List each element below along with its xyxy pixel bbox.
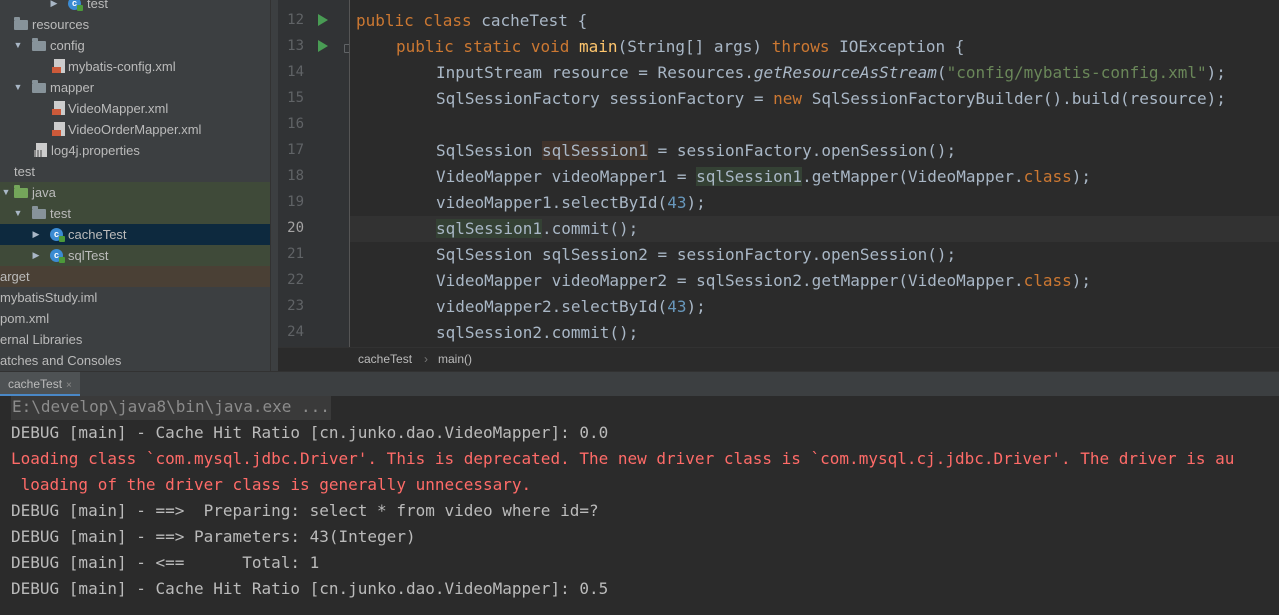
collapse-arrow-icon[interactable]: ▼	[12, 77, 24, 98]
run-console[interactable]: E:\develop\java8\bin\java.exe ... DEBUG …	[0, 396, 1279, 615]
tree-item-cachetest[interactable]: ▶ c cacheTest	[0, 224, 270, 245]
editor-gutter: 12 13 14 15 16 17 18 19 20 21 22 23 24	[278, 0, 353, 347]
expand-arrow-icon[interactable]: ▶	[48, 0, 60, 14]
tree-item-resources[interactable]: resources	[0, 14, 270, 35]
collapse-arrow-icon[interactable]: ▼	[0, 182, 12, 203]
line-number: 23	[287, 298, 304, 314]
tree-item-videomapper-xml[interactable]: VideoMapper.xml	[0, 98, 270, 119]
line-number: 14	[287, 64, 304, 80]
tree-item-config[interactable]: ▼ config	[0, 35, 270, 56]
code-line-18: VideoMapper videoMapper1 = sqlSession1.g…	[436, 167, 1092, 186]
code-line-12: public class cacheTest {	[356, 11, 588, 30]
tree-item-target[interactable]: arget	[0, 266, 270, 287]
tree-item-pom[interactable]: pom.xml	[0, 308, 270, 329]
tree-item-test-folder[interactable]: test	[0, 161, 270, 182]
console-line: DEBUG [main] - <== Total: 1	[11, 553, 320, 572]
source-folder-icon	[14, 185, 28, 198]
project-tree: ▶ c test resources ▼ config mybatis-conf…	[0, 0, 270, 371]
console-line-error: loading of the driver class is generally…	[11, 475, 532, 494]
tree-item-scratches[interactable]: atches and Consoles	[0, 350, 270, 371]
console-line: DEBUG [main] - Cache Hit Ratio [cn.junko…	[11, 579, 609, 598]
line-number: 18	[287, 168, 304, 184]
line-number: 17	[287, 142, 304, 158]
tree-item-java[interactable]: ▼ java	[0, 182, 270, 203]
line-number: 15	[287, 90, 304, 106]
tree-item-mybatis-config[interactable]: mybatis-config.xml	[0, 56, 270, 77]
run-class-icon[interactable]	[318, 14, 328, 26]
code-line-23: videoMapper2.selectById(43);	[436, 297, 706, 316]
tree-item-videoordermapper-xml[interactable]: VideoOrderMapper.xml	[0, 119, 270, 140]
code-line-15: SqlSessionFactory sessionFactory = new S…	[436, 89, 1226, 108]
line-number: 12	[287, 12, 304, 28]
code-line-22: VideoMapper videoMapper2 = sqlSession2.g…	[436, 271, 1092, 290]
tree-item-test-top[interactable]: ▶ c test	[0, 0, 270, 14]
folder-icon	[32, 38, 46, 51]
class-icon: c	[68, 0, 83, 11]
tree-item-log4j-properties[interactable]: log4j.properties	[0, 140, 270, 161]
code-line-20-current: sqlSession1.commit();	[350, 216, 1279, 242]
close-icon[interactable]: ×	[66, 380, 72, 391]
line-number-current: 20	[287, 220, 304, 236]
xml-file-icon	[52, 101, 65, 115]
console-line: DEBUG [main] - ==> Preparing: select * f…	[11, 501, 599, 520]
code-line-13: public static void main(String[] args) t…	[396, 37, 965, 56]
breadcrumb-separator: ›	[424, 352, 428, 366]
folder-icon	[32, 206, 46, 219]
code-line-24: sqlSession2.commit();	[436, 323, 639, 342]
properties-file-icon	[34, 143, 47, 157]
class-icon: c	[50, 228, 65, 242]
expand-arrow-icon[interactable]: ▶	[30, 224, 42, 245]
line-number: 22	[287, 272, 304, 288]
tree-item-test-package[interactable]: ▼ test	[0, 203, 270, 224]
code-line-17: SqlSession sqlSession1 = sessionFactory.…	[436, 141, 957, 160]
xml-file-icon	[52, 122, 65, 136]
tree-item-iml[interactable]: mybatisStudy.iml	[0, 287, 270, 308]
breadcrumb-method[interactable]: main()	[438, 348, 472, 371]
line-number: 16	[287, 116, 304, 132]
panel-splitter[interactable]	[270, 0, 278, 371]
line-number: 24	[287, 324, 304, 340]
console-line: DEBUG [main] - ==> Parameters: 43(Intege…	[11, 527, 416, 546]
xml-file-icon	[52, 59, 65, 73]
code-line-14: InputStream resource = Resources.getReso…	[436, 63, 1226, 82]
tree-item-sqltest[interactable]: ▶ c sqlTest	[0, 245, 270, 266]
collapse-arrow-icon[interactable]: ▼	[12, 35, 24, 56]
breadcrumb: cacheTest › main()	[278, 347, 1279, 371]
code-editor[interactable]: public class cacheTest { public static v…	[350, 0, 1279, 347]
code-line-19: videoMapper1.selectById(43);	[436, 193, 706, 212]
tree-item-external-libraries[interactable]: ernal Libraries	[0, 329, 270, 350]
run-method-icon[interactable]	[318, 40, 328, 52]
class-icon: c	[50, 249, 65, 263]
tree-item-mapper[interactable]: ▼ mapper	[0, 77, 270, 98]
line-number: 13	[287, 38, 304, 54]
collapse-arrow-icon[interactable]: ▼	[12, 203, 24, 224]
folder-icon	[32, 80, 46, 93]
console-line: DEBUG [main] - Cache Hit Ratio [cn.junko…	[11, 423, 609, 442]
line-number: 19	[287, 194, 304, 210]
line-number: 21	[287, 246, 304, 262]
console-line-command[interactable]: E:\develop\java8\bin\java.exe ...	[11, 396, 331, 420]
run-tab-cachetest[interactable]: cacheTest ×	[0, 372, 80, 396]
expand-arrow-icon[interactable]: ▶	[30, 245, 42, 266]
run-tool-window-header: cacheTest ×	[0, 371, 1279, 396]
console-line-error: Loading class `com.mysql.jdbc.Driver'. T…	[11, 449, 1235, 468]
folder-icon	[14, 17, 28, 30]
breadcrumb-class[interactable]: cacheTest	[358, 348, 412, 371]
code-line-21: SqlSession sqlSession2 = sessionFactory.…	[436, 245, 957, 264]
